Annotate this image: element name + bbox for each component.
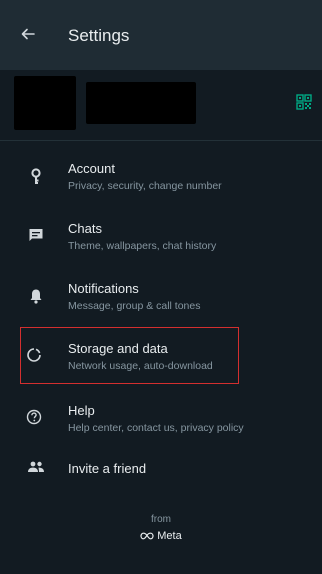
footer: from Meta — [0, 514, 322, 542]
footer-from: from — [151, 514, 171, 525]
avatar[interactable] — [14, 76, 76, 130]
settings-item-invite-a-friend[interactable]: Invite a friend — [0, 450, 322, 508]
divider — [0, 140, 322, 141]
chat-icon — [24, 223, 48, 247]
profile-name-redacted — [86, 82, 196, 124]
storage-icon — [22, 343, 46, 367]
item-subtitle: Help center, contact us, privacy policy — [68, 422, 244, 434]
profile-row[interactable] — [0, 70, 322, 140]
item-label: Account — [68, 161, 115, 176]
back-button[interactable] — [16, 22, 40, 46]
help-icon — [22, 405, 46, 429]
people-icon — [24, 455, 48, 479]
arrow-left-icon — [21, 28, 35, 40]
qr-code-button[interactable] — [296, 94, 312, 110]
bell-icon — [24, 284, 48, 308]
settings-item-help[interactable]: Help Help center, contact us, privacy po… — [0, 392, 322, 450]
item-subtitle: Message, group & call tones — [68, 300, 201, 312]
meta-wordmark: Meta — [157, 530, 182, 542]
settings-item-account[interactable]: Account Privacy, security, change number — [0, 150, 322, 208]
settings-item-notifications[interactable]: Notifications Message, group & call tone… — [0, 270, 322, 328]
key-icon — [24, 165, 48, 189]
item-label: Help — [68, 403, 95, 418]
app-bar: Settings — [0, 0, 322, 70]
item-label: Notifications — [68, 281, 139, 296]
meta-infinity-icon — [140, 532, 154, 540]
item-subtitle: Privacy, security, change number — [68, 180, 222, 192]
settings-item-storage-and-data[interactable]: Storage and data Network usage, auto-dow… — [0, 330, 322, 388]
settings-item-chats[interactable]: Chats Theme, wallpapers, chat history — [0, 210, 322, 268]
item-subtitle: Theme, wallpapers, chat history — [68, 240, 217, 252]
meta-logo: Meta — [0, 530, 322, 542]
item-label: Invite a friend — [68, 461, 147, 476]
item-label: Storage and data — [68, 341, 168, 356]
qr-code-icon — [296, 94, 312, 110]
item-label: Chats — [68, 221, 102, 236]
page-title: Settings — [68, 26, 130, 45]
item-subtitle: Network usage, auto-download — [68, 360, 213, 372]
